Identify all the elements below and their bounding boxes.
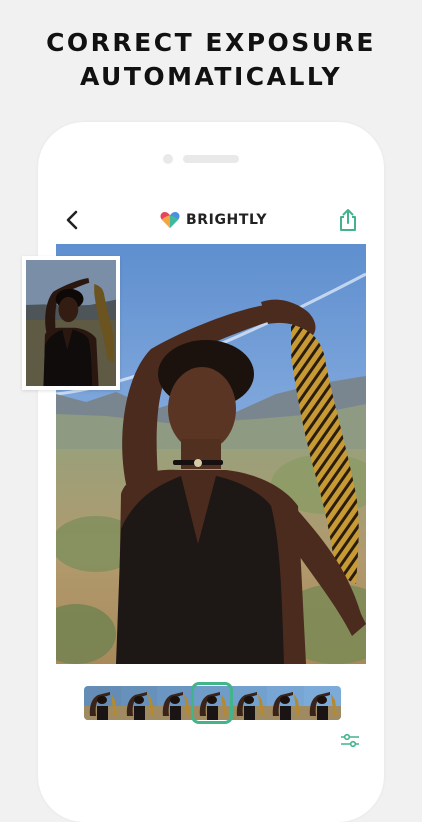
filmstrip-frame[interactable] xyxy=(120,686,158,720)
marketing-headline: CORRECT EXPOSURE AUTOMATICALLY xyxy=(0,26,422,94)
heart-logo-icon xyxy=(160,211,180,228)
app-brand: BRIGHTLY xyxy=(160,208,267,232)
filmstrip-frame[interactable] xyxy=(230,686,268,720)
sliders-icon xyxy=(341,733,359,748)
share-button[interactable] xyxy=(336,206,360,234)
filmstrip-frame[interactable] xyxy=(157,686,195,720)
headline-line-1: CORRECT EXPOSURE xyxy=(46,28,376,57)
filmstrip-frame[interactable] xyxy=(84,686,121,720)
share-icon xyxy=(340,209,356,231)
brand-name: BRIGHTLY xyxy=(186,212,268,228)
headline-line-2: AUTOMATICALLY xyxy=(79,62,343,91)
phone-speaker xyxy=(183,155,239,163)
before-thumbnail-image xyxy=(26,260,116,386)
adjust-button[interactable] xyxy=(340,733,360,749)
selected-frame-indicator xyxy=(191,682,233,724)
filmstrip-frame[interactable] xyxy=(304,686,341,720)
phone-camera xyxy=(163,154,173,164)
filmstrip-frame[interactable] xyxy=(267,686,305,720)
back-button[interactable] xyxy=(60,206,84,234)
chevron-left-icon xyxy=(66,210,78,230)
before-thumbnail[interactable] xyxy=(22,256,120,390)
